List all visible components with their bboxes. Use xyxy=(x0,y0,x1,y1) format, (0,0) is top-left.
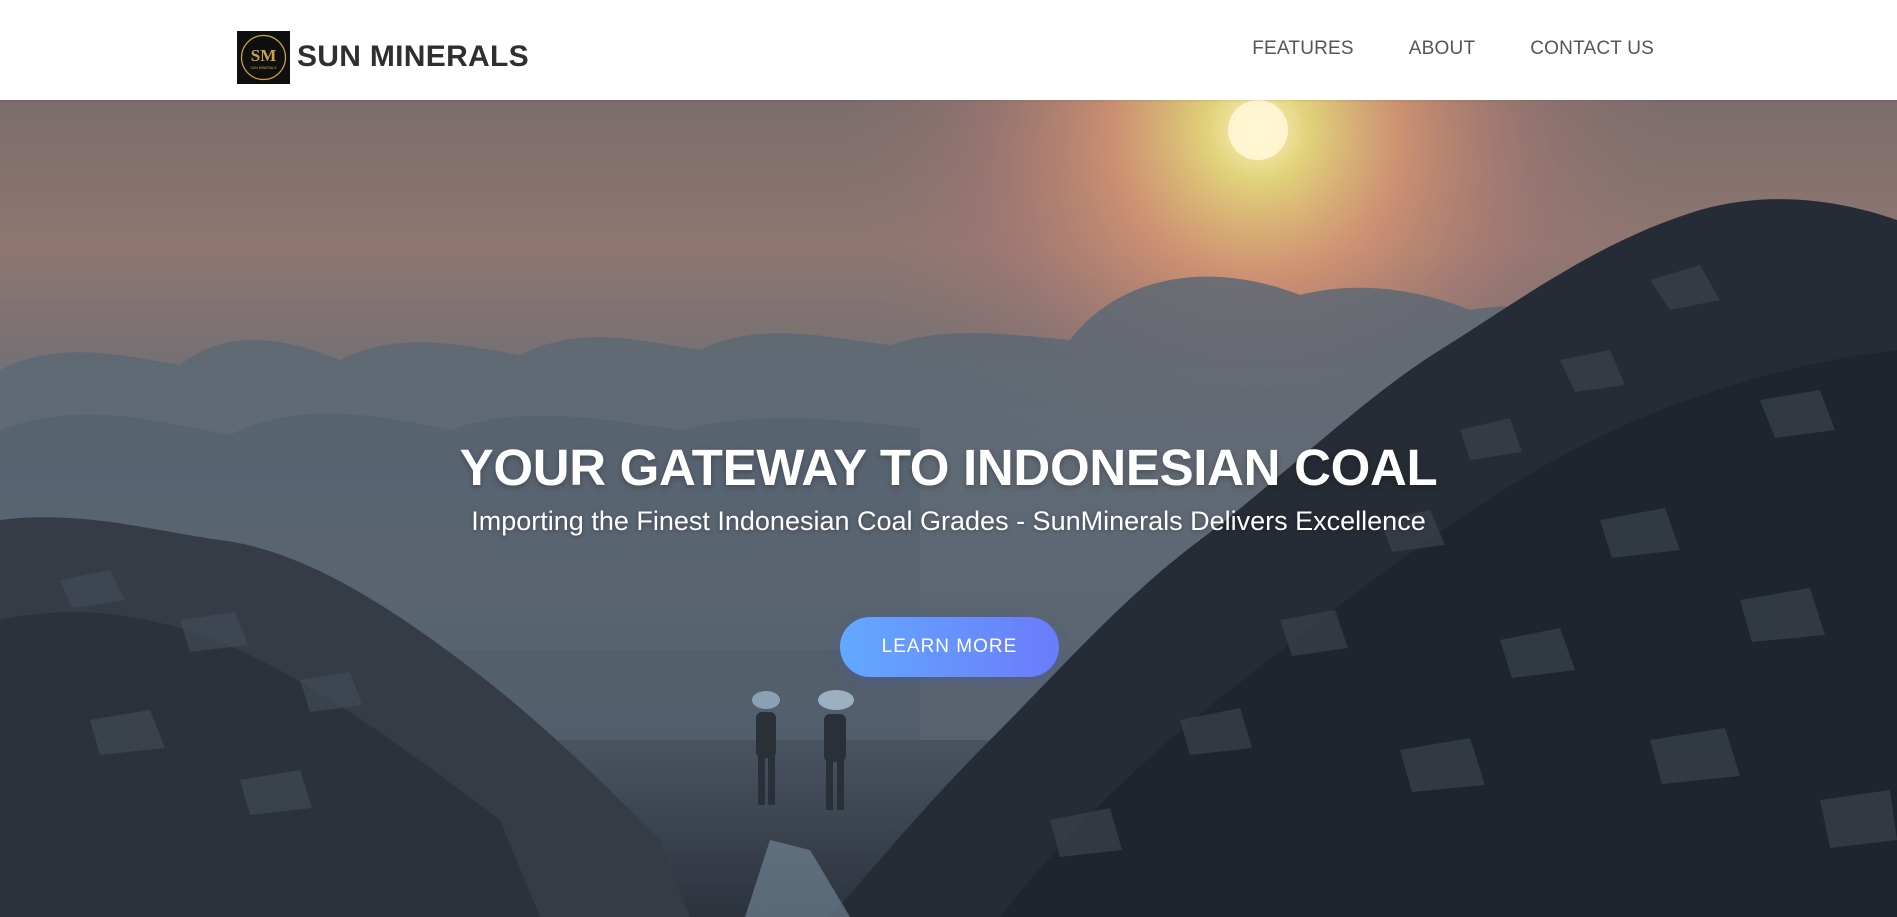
brand-name: SUN MINERALS xyxy=(297,40,529,73)
main-nav: FEATURES ABOUT CONTACT US xyxy=(1197,38,1654,60)
learn-more-button[interactable]: LEARN MORE xyxy=(840,617,1059,677)
nav-link-contact-us[interactable]: CONTACT US xyxy=(1530,38,1654,60)
top-navbar: SM SUN MINERALS SUN MINERALS FEATURES AB… xyxy=(0,0,1897,100)
sm-monogram-icon: SM SUN MINERALS xyxy=(240,34,287,80)
brand-home-link[interactable]: SM SUN MINERALS SUN MINERALS xyxy=(237,30,529,84)
hero-section: YOUR GATEWAY TO INDONESIAN COAL Importin… xyxy=(0,100,1897,917)
logo-monogram: SM xyxy=(251,46,277,65)
company-logo: SM SUN MINERALS xyxy=(237,30,290,84)
hero-subtitle: Importing the Finest Indonesian Coal Gra… xyxy=(471,506,1426,536)
hero-title: YOUR GATEWAY TO INDONESIAN COAL xyxy=(459,439,1438,496)
logo-tagline: SUN MINERALS xyxy=(250,66,277,70)
nav-link-features[interactable]: FEATURES xyxy=(1252,38,1354,60)
nav-link-about[interactable]: ABOUT xyxy=(1409,38,1475,60)
